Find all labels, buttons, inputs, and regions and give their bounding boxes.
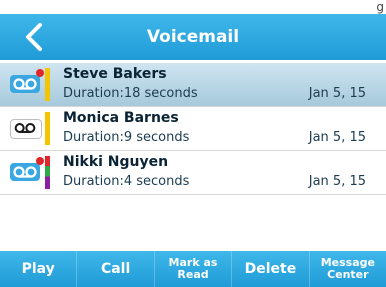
category-color-bar [45, 112, 50, 145]
voicemail-icon [10, 119, 42, 139]
header-bar: Voicemail [0, 14, 386, 60]
voicemail-date: Jan 5, 15 [308, 86, 366, 101]
voicemail-list: Steve Bakers Duration:18 seconds Jan 5, … [0, 60, 386, 256]
unread-dot [36, 69, 44, 77]
caller-name: Steve Bakers [63, 66, 167, 82]
play-button[interactable]: Play [0, 251, 78, 287]
caller-name: Monica Barnes [63, 110, 179, 126]
call-button[interactable]: Call [77, 251, 155, 287]
back-button[interactable] [22, 22, 48, 52]
mark-as-read-button[interactable]: Mark as Read [155, 251, 233, 287]
voicemail-duration: Duration:9 seconds [63, 130, 190, 145]
delete-button[interactable]: Delete [232, 251, 310, 287]
voicemail-date: Jan 5, 15 [308, 130, 366, 145]
voicemail-screen: g Voicemail Steve Bakers Duration:18 sec… [0, 0, 386, 287]
voicemail-icon [10, 75, 40, 93]
caller-name: Nikki Nguyen [63, 154, 169, 170]
voicemail-icon [10, 163, 40, 181]
voicemail-duration: Duration:18 seconds [63, 86, 198, 101]
unread-dot [36, 157, 44, 165]
page-title: Voicemail [146, 27, 240, 47]
category-color-bar [45, 156, 50, 189]
message-center-button[interactable]: Message Center [310, 251, 386, 287]
voicemail-date: Jan 5, 15 [308, 174, 366, 189]
message-center-label-line2: Center [327, 268, 369, 281]
mark-as-read-label-line2: Read [177, 268, 209, 281]
voicemail-duration: Duration:4 seconds [63, 174, 190, 189]
voicemail-row[interactable]: Steve Bakers Duration:18 seconds Jan 5, … [0, 63, 386, 107]
voicemail-row[interactable]: Nikki Nguyen Duration:4 seconds Jan 5, 1… [0, 151, 386, 195]
voicemail-row[interactable]: Monica Barnes Duration:9 seconds Jan 5, … [0, 107, 386, 151]
category-color-bar [45, 68, 50, 101]
corner-text: g [376, 0, 384, 14]
softkey-bar: Play Call Mark as Read Delete Message Ce… [0, 251, 386, 287]
chevron-left-icon [26, 23, 42, 51]
